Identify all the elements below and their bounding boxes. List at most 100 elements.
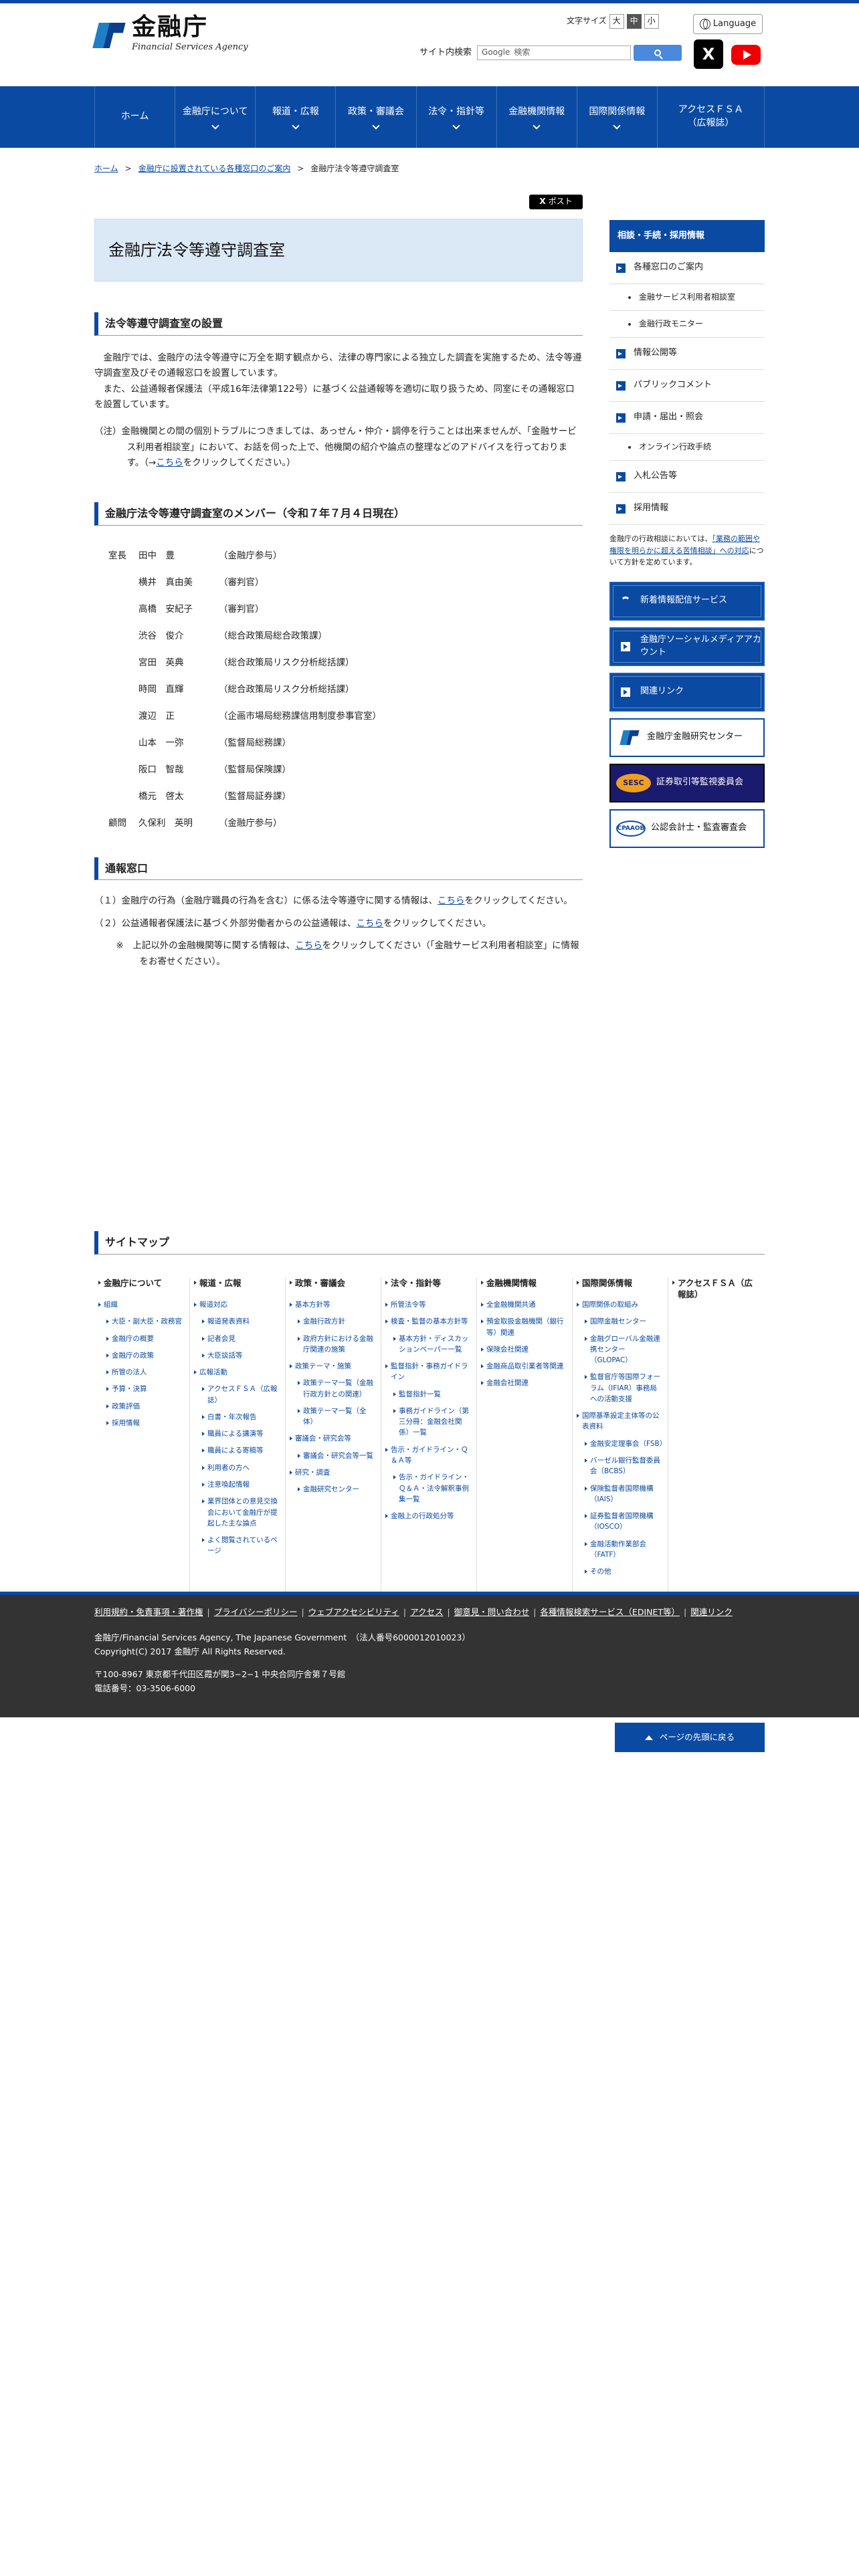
sitemap-link[interactable]: 職員による寄稿等 bbox=[201, 1445, 281, 1456]
sitemap-link[interactable]: 検査・監督の基本方針等 bbox=[384, 1316, 472, 1327]
font-size-small[interactable]: 小 bbox=[644, 14, 659, 29]
sitemap-link[interactable]: 大臣談話等 bbox=[201, 1350, 281, 1361]
footer-link[interactable]: プライバシーポリシー bbox=[214, 1606, 298, 1619]
sidebar-item[interactable]: 情報公開等 bbox=[609, 338, 765, 370]
nav-press[interactable]: 報道・広報 bbox=[256, 86, 337, 148]
sitemap-link[interactable]: 事務ガイドライン（第三分冊：金融会社関係）一覧 bbox=[392, 1406, 472, 1438]
sitemap-link[interactable]: 注意喚起情報 bbox=[201, 1479, 281, 1490]
nav-institutions[interactable]: 金融機関情報 bbox=[497, 86, 577, 148]
sitemap-link[interactable]: 監督官庁等国際フォーラム（IFIAR）事務局への活動支援 bbox=[583, 1372, 664, 1404]
sitemap-link[interactable]: 国際関係の取組み bbox=[575, 1299, 664, 1310]
sitemap-link[interactable]: 金融研究センター bbox=[296, 1484, 377, 1495]
sitemap-column-title[interactable]: 法令・指針等 bbox=[384, 1277, 472, 1289]
sitemap-link[interactable]: 所管の法人 bbox=[105, 1367, 185, 1378]
sitemap-link[interactable]: 告示・ガイドライン・Ｑ＆Ａ・法令解釈事例集一覧 bbox=[392, 1472, 472, 1505]
sitemap-link[interactable]: 所管法令等 bbox=[384, 1299, 472, 1310]
sitemap-column-title[interactable]: 国際関係情報 bbox=[575, 1277, 664, 1289]
sitemap-link[interactable]: 広報活動 bbox=[193, 1367, 281, 1378]
sitemap-link[interactable]: 金融行政方針 bbox=[296, 1316, 377, 1327]
sidebar-subitem[interactable]: 金融サービス利用者相談室 bbox=[609, 284, 765, 311]
page-top-button[interactable]: ページの先頭に戻る bbox=[615, 1723, 765, 1752]
banner-cpaaob[interactable]: CPAAOB 公認会計士・監査審査会 bbox=[609, 809, 765, 848]
sitemap-link[interactable]: 預金取扱金融機関（銀行等）関連 bbox=[480, 1316, 568, 1338]
sitemap-link[interactable]: 研究・調査 bbox=[288, 1467, 377, 1478]
banner-research-center[interactable]: 金融庁金融研究センター bbox=[609, 718, 765, 757]
nav-home[interactable]: ホーム bbox=[95, 86, 176, 148]
sitemap-link[interactable]: 金融上の行政処分等 bbox=[384, 1511, 472, 1521]
sitemap-link[interactable]: 業界団体との意見交換会において金融庁が提起した主な論点 bbox=[201, 1496, 281, 1529]
banner-social-media[interactable]: 金融庁ソーシャルメディアアカウント bbox=[609, 627, 765, 666]
report-link-2[interactable]: こちら bbox=[357, 918, 384, 929]
sitemap-link[interactable]: バーゼル銀行監督委員会（BCBS） bbox=[583, 1455, 664, 1477]
sitemap-link[interactable]: 報道対応 bbox=[193, 1299, 281, 1310]
sitemap-column-title[interactable]: 金融機関情報 bbox=[480, 1277, 568, 1289]
sitemap-link[interactable]: 利用者の方へ bbox=[201, 1463, 281, 1473]
sitemap-link[interactable]: 国際金融センター bbox=[583, 1316, 664, 1327]
search-input[interactable]: Google 検索 bbox=[477, 45, 632, 60]
sitemap-link[interactable]: 保険監督者国際機構（IAIS） bbox=[583, 1483, 664, 1505]
sitemap-link[interactable]: アクセスＦＳＡ（広報誌） bbox=[201, 1384, 281, 1406]
footer-link[interactable]: ウェブアクセシビリティ bbox=[308, 1606, 399, 1619]
nav-access-fsa[interactable]: アクセスＦＳＡ（広報誌） bbox=[658, 86, 765, 148]
sitemap-link[interactable]: 政策評価 bbox=[105, 1401, 185, 1412]
sitemap-link[interactable]: 金融会社関連 bbox=[480, 1378, 568, 1388]
sitemap-column-title[interactable]: 金融庁について bbox=[97, 1277, 185, 1289]
sitemap-link[interactable]: 金融庁の政策 bbox=[105, 1350, 185, 1361]
sidebar-item[interactable]: 各種窓口のご案内 bbox=[609, 252, 765, 284]
sitemap-link[interactable]: 審議会・研究会等 bbox=[288, 1433, 377, 1444]
sitemap-link[interactable]: その他 bbox=[583, 1566, 664, 1577]
footer-link[interactable]: 利用規約・免責事項・著作権 bbox=[94, 1606, 203, 1619]
report-link-3[interactable]: こちら bbox=[295, 940, 322, 951]
sitemap-link[interactable]: 監督指針・事務ガイドライン bbox=[384, 1361, 472, 1383]
nav-policy[interactable]: 政策・審議会 bbox=[336, 86, 417, 148]
sitemap-link[interactable]: 報道発表資料 bbox=[201, 1316, 281, 1327]
search-button[interactable] bbox=[634, 45, 682, 61]
post-button[interactable]: X ポスト bbox=[529, 195, 583, 209]
sidebar-item[interactable]: パブリックコメント bbox=[609, 370, 765, 402]
sitemap-link[interactable]: 金融安定理事会（FSB） bbox=[583, 1438, 666, 1449]
footer-link[interactable]: 御意見・問い合わせ bbox=[454, 1606, 530, 1619]
sitemap-link[interactable]: 白書・年次報告 bbox=[201, 1412, 281, 1422]
sitemap-link[interactable]: 審議会・研究会等一覧 bbox=[296, 1451, 377, 1461]
note-link[interactable]: こちら bbox=[156, 457, 183, 468]
nav-international[interactable]: 国際関係情報 bbox=[577, 86, 658, 148]
report-link-1[interactable]: こちら bbox=[438, 895, 465, 906]
sitemap-link[interactable]: 政策テーマ・施策 bbox=[288, 1361, 377, 1372]
sitemap-link[interactable]: 大臣・副大臣・政務官 bbox=[105, 1316, 185, 1327]
nav-laws[interactable]: 法令・指針等 bbox=[417, 86, 497, 148]
sitemap-link[interactable]: 予算・決算 bbox=[105, 1384, 185, 1394]
sitemap-link[interactable]: 政府方針における金融庁関連の施策 bbox=[296, 1333, 377, 1356]
sidebar-subitem[interactable]: 金融行政モニター bbox=[609, 311, 765, 338]
fsa-logo[interactable]: 金融庁 Financial Services Agency bbox=[92, 15, 248, 55]
banner-sesc[interactable]: SESC 証券取引等監視委員会 bbox=[609, 763, 765, 802]
sitemap-link[interactable]: よく閲覧されているページ bbox=[201, 1535, 281, 1557]
sitemap-column-title[interactable]: アクセスＦＳＡ（広報誌） bbox=[671, 1277, 760, 1301]
breadcrumb-home[interactable]: ホーム bbox=[94, 163, 118, 175]
banner-related-links[interactable]: 関連リンク bbox=[609, 672, 765, 712]
footer-link[interactable]: アクセス bbox=[410, 1606, 443, 1619]
sitemap-link[interactable]: 全金融機関共通 bbox=[480, 1299, 568, 1310]
breadcrumb-windows[interactable]: 金融庁に設置されている各種窓口のご案内 bbox=[138, 163, 291, 175]
sitemap-link[interactable]: 証券監督者国際機構（IOSCO） bbox=[583, 1511, 664, 1533]
sitemap-link[interactable]: 記者会見 bbox=[201, 1333, 281, 1344]
sitemap-link[interactable]: 保険会社関連 bbox=[480, 1344, 568, 1355]
sidebar-item[interactable]: 入札公告等 bbox=[609, 461, 765, 493]
sitemap-column-title[interactable]: 政策・審議会 bbox=[288, 1277, 377, 1289]
font-size-medium[interactable]: 中 bbox=[626, 14, 642, 29]
sitemap-link[interactable]: 基本方針・ディスカッションペーパー一覧 bbox=[392, 1333, 472, 1356]
language-button[interactable]: Language bbox=[693, 14, 763, 34]
banner-mail-service[interactable]: 新着情報配信サービス bbox=[609, 581, 765, 621]
sitemap-column-title[interactable]: 報道・広報 bbox=[193, 1277, 281, 1289]
sitemap-link[interactable]: 組織 bbox=[97, 1299, 185, 1310]
sidebar-subitem[interactable]: オンライン行政手続 bbox=[609, 434, 765, 461]
sitemap-link[interactable]: 金融活動作業部会（FATF） bbox=[583, 1539, 664, 1561]
sitemap-link[interactable]: 告示・ガイドライン・Ｑ＆Ａ等 bbox=[384, 1444, 472, 1467]
sitemap-link[interactable]: 監督指針一覧 bbox=[392, 1389, 472, 1400]
font-size-large[interactable]: 大 bbox=[609, 14, 624, 29]
sitemap-link[interactable]: 職員による講演等 bbox=[201, 1428, 281, 1439]
sitemap-link[interactable]: 基本方針等 bbox=[288, 1299, 377, 1310]
sitemap-link[interactable]: 政策テーマ一覧（金融行政方針との関連） bbox=[296, 1378, 377, 1400]
sitemap-link[interactable]: 金融庁の概要 bbox=[105, 1333, 185, 1344]
nav-about[interactable]: 金融庁について bbox=[175, 86, 256, 148]
footer-link[interactable]: 関連リンク bbox=[690, 1606, 733, 1619]
